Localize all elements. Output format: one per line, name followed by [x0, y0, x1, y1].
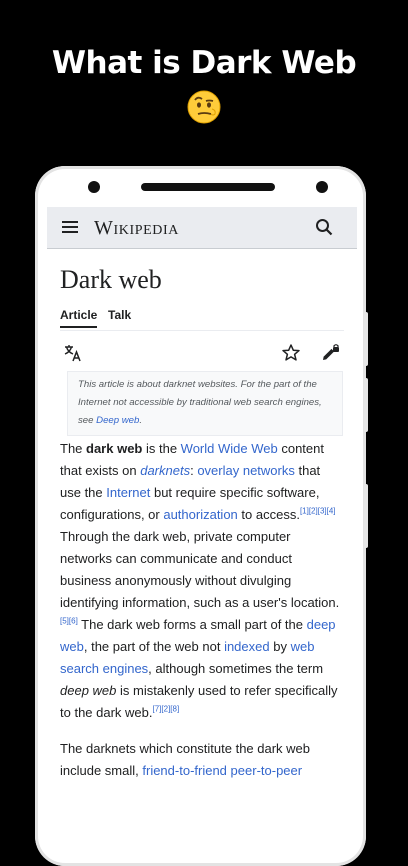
phone-camera-row — [88, 180, 328, 194]
edit-locked-icon[interactable] — [320, 343, 340, 363]
citation-group-1[interactable]: [1][2][3][4] — [300, 507, 336, 516]
hatnote: This article is about darknet websites. … — [67, 371, 343, 436]
translate-language-icon[interactable] — [63, 343, 83, 363]
text-run: by — [269, 639, 291, 654]
promo-title: What is Dark Web — [51, 45, 357, 81]
top-bar: Wikipedia — [47, 207, 357, 249]
raised-eyebrow-emoji-icon — [187, 90, 221, 124]
tab-talk[interactable]: Talk — [108, 308, 131, 322]
wikipedia-logo[interactable]: Wikipedia — [94, 217, 179, 240]
italic-term: deep web — [60, 683, 117, 698]
tab-article[interactable]: Article — [60, 308, 98, 328]
article-body: The dark web is the World Wide Web conte… — [60, 438, 344, 796]
earpiece-speaker — [141, 183, 275, 191]
text-run: to access. — [237, 507, 300, 522]
link-darknets[interactable]: darknets — [140, 463, 190, 478]
link-authorization[interactable]: authorization — [163, 507, 237, 522]
link-world-wide-web[interactable]: World Wide Web — [181, 441, 278, 456]
text-run: The — [60, 441, 87, 456]
text-run: , the part of the web not — [83, 639, 225, 654]
citation-group-2[interactable]: [5][6] — [60, 617, 78, 626]
text-run: is the — [142, 441, 181, 456]
link-overlay-networks[interactable]: overlay networks — [197, 463, 295, 478]
proximity-sensor — [316, 181, 328, 193]
text-run: The dark web forms a small part of the — [77, 617, 307, 632]
page-tabs: Article Talk — [60, 308, 344, 331]
text-run: Through the dark web, private computer n… — [60, 529, 340, 610]
star-icon[interactable] — [281, 343, 301, 363]
phone-volume-up-button — [364, 312, 368, 366]
phone-volume-down-button — [364, 378, 368, 432]
link-peer-to-peer[interactable]: peer-to-peer — [231, 763, 303, 778]
link-friend-to-friend[interactable]: friend-to-friend — [142, 763, 227, 778]
citation-group-3[interactable]: [7][2][8] — [153, 705, 180, 714]
article-paragraph-1: The dark web is the World Wide Web conte… — [60, 438, 344, 724]
front-camera — [88, 181, 100, 193]
phone-power-button — [364, 484, 368, 548]
article-paragraph-2: The darknets which constitute the dark w… — [60, 738, 344, 782]
link-indexed[interactable]: indexed — [224, 639, 270, 654]
hatnote-link-deep-web[interactable]: Deep web — [96, 415, 139, 426]
page-actions-toolbar — [47, 335, 357, 369]
text-run: , although sometimes the term — [148, 661, 324, 676]
bold-term: dark web — [86, 441, 143, 456]
link-internet[interactable]: Internet — [106, 485, 150, 500]
hamburger-menu-icon[interactable] — [62, 221, 78, 233]
app-screen: Wikipedia Dark web Article Talk This art… — [47, 207, 357, 800]
hatnote-text-end: . — [139, 415, 143, 426]
search-icon[interactable] — [315, 218, 333, 236]
page-title: Dark web — [60, 265, 162, 294]
